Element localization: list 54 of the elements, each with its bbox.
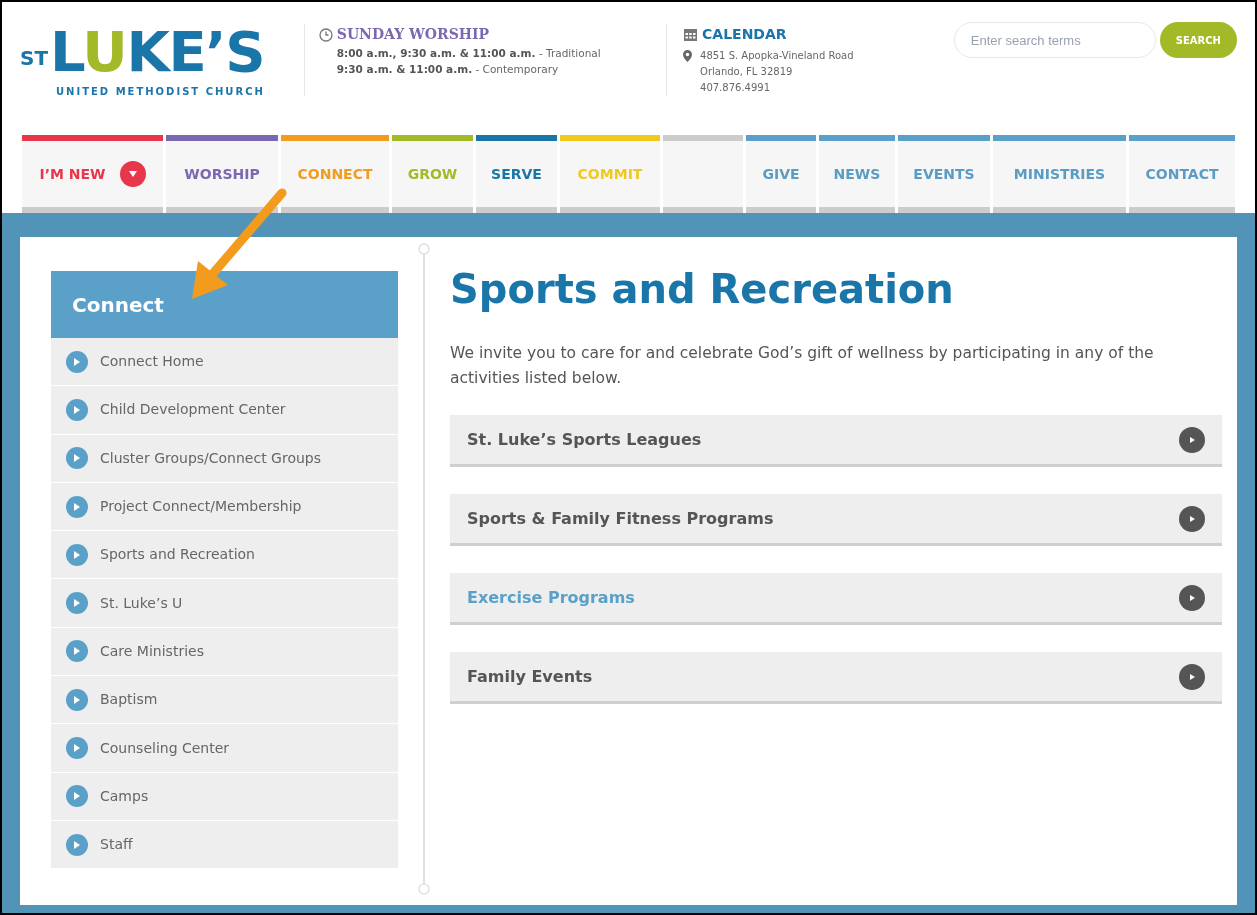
sidebar-link[interactable]: Staff [51,820,398,870]
logo-text: ST [20,48,49,68]
logo-subtitle: UNITED METHODIST CHURCH [56,85,266,99]
sidebar-title: Connect [51,271,398,338]
play-icon [66,495,88,518]
play-icon [66,688,88,711]
play-icon [1179,584,1205,611]
address-line: 4851 S. Apopka-Vineland Road [700,49,854,63]
sidebar-link[interactable]: Counseling Center [51,724,398,773]
sidebar-link[interactable]: Cluster Groups/Connect Groups [51,434,398,483]
sidebar-link[interactable]: Child Development Center [51,386,398,435]
nav-link[interactable]: SERVE [476,141,557,207]
nav-link[interactable]: I’M NEW [22,141,163,207]
calendar-link[interactable]: CALENDAR [702,24,787,45]
calendar-icon [683,27,699,42]
worship-title: SUNDAY WORSHIP [336,25,490,44]
sidebar-link[interactable]: Camps [51,772,398,821]
sidebar-link[interactable]: Project Connect/Membership [51,482,398,532]
play-icon [1179,426,1205,453]
nav-link[interactable]: CONTACT [1129,141,1235,207]
address-line: Orlando, FL 32819 [700,65,794,79]
play-icon [66,785,88,808]
accordion-header[interactable]: St. Luke’s Sports Leagues [450,415,1222,467]
accordion-header[interactable]: Family Events [450,652,1222,704]
play-icon [1179,505,1205,532]
sidebar-link[interactable]: St. Luke’s U [51,579,398,628]
nav-link[interactable]: EVENTS [898,141,990,207]
intro-paragraph: We invite you to care for and celebrate God’s gift of wellness by participating in any of the activities listed below. [450,343,1155,389]
play-icon [66,447,88,470]
service-times: 8:00 a.m., 9:30 a.m. & 11:00 a.m. - Traditional [336,46,602,61]
sidebar-link[interactable]: Sports and Recreation [51,531,398,580]
nav-link[interactable]: GIVE [746,141,816,207]
play-icon [66,350,88,373]
play-icon [66,640,88,663]
dropdown-icon [119,161,146,187]
logo-text: LUKE’S [50,24,265,80]
map-pin-icon [683,50,693,62]
play-icon [66,398,88,421]
play-icon [1179,663,1205,690]
sidebar-link[interactable]: Connect Home [51,338,398,387]
play-icon [66,592,88,615]
play-icon [66,737,88,759]
sidebar-link[interactable]: Care Ministries [51,627,398,677]
nav-link[interactable]: WORSHIP [166,141,278,207]
nav-link[interactable]: MINISTRIES [993,141,1126,207]
clock-icon [318,27,333,42]
accordion-header[interactable]: Sports & Family Fitness Programs [450,494,1222,546]
nav-link[interactable]: NEWS [819,141,895,207]
service-times: 9:30 a.m. & 11:00 a.m. - Contemporary [336,62,560,77]
play-icon [66,543,88,566]
search-field[interactable]: Enter search terms [953,22,1156,58]
address-line: 407.876.4991 [700,81,771,95]
sidebar-link[interactable]: Baptism [51,676,398,725]
play-icon [66,833,88,856]
